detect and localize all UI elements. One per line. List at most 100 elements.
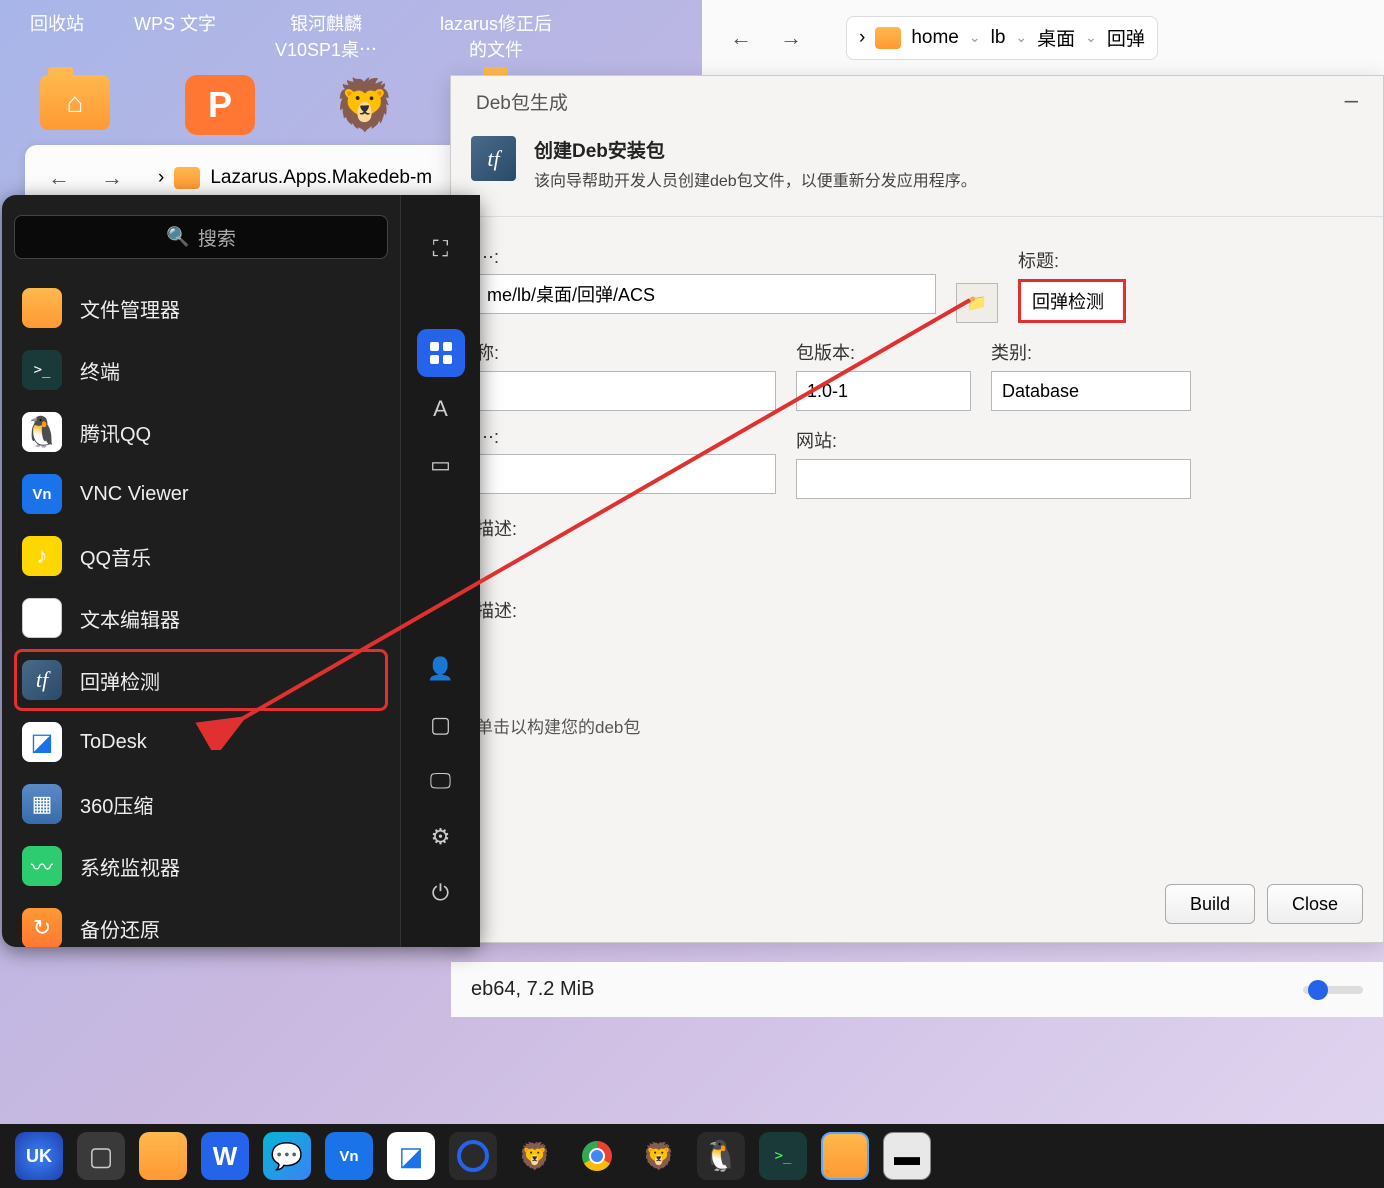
bc-huitan[interactable]: 回弹 (1107, 24, 1145, 51)
app-file-manager[interactable]: 文件管理器 (14, 277, 388, 339)
taskbar-wps[interactable]: W (201, 1132, 249, 1180)
app-vnc[interactable]: Vn VNC Viewer (14, 463, 388, 525)
app-label: 备份还原 (80, 914, 160, 943)
folder-nav-icon[interactable]: ▢ (417, 701, 465, 749)
app-backup[interactable]: ↻ 备份还原 (14, 897, 388, 947)
author-input[interactable] (476, 454, 776, 494)
nav-forward[interactable]: → (772, 25, 810, 51)
app-label: 文件管理器 (80, 294, 180, 323)
folder-icon (174, 167, 200, 189)
nav-back[interactable]: ← (722, 25, 760, 51)
breadcrumb-bar[interactable]: › home ⌄ lb ⌄ 桌面 ⌄ 回弹 (846, 16, 1158, 60)
website-input[interactable] (796, 459, 1191, 499)
power-icon[interactable]: ⏻ (417, 869, 465, 917)
chevron-right-icon: › (158, 167, 164, 189)
app-label: 腾讯QQ (80, 418, 151, 447)
start-menu: 🔍 搜索 文件管理器 >_ 终端 🐧腾讯QQ Vn VNC Viewer ♪QQ音乐… (2, 195, 480, 947)
app-qqmusic[interactable]: ♪QQ音乐 (14, 525, 388, 587)
display-icon[interactable]: 🖵 (417, 757, 465, 805)
taskbar-chat[interactable]: 💬 (263, 1132, 311, 1180)
chevron-down-icon[interactable]: ⌄ (1085, 29, 1097, 46)
taskbar-chrome[interactable] (449, 1132, 497, 1180)
app-sysmonitor[interactable]: 〰系统监视器 (14, 835, 388, 897)
qqmusic-icon: ♪ (22, 536, 62, 576)
taskbar-terminal[interactable]: >_ (759, 1132, 807, 1180)
app-todesk[interactable]: ◪ToDesk (14, 711, 388, 773)
chevron-down-icon[interactable]: ⌄ (969, 29, 981, 46)
header-title: 创建Deb安装包 (534, 136, 977, 163)
taskbar-window[interactable]: ▬ (883, 1132, 931, 1180)
settings-icon[interactable]: ⚙ (417, 813, 465, 861)
home-folder-icon[interactable]: ⌂ (40, 75, 110, 130)
font-icon[interactable]: A (417, 385, 465, 433)
taskbar-todesk[interactable]: ◪ (387, 1132, 435, 1180)
taskbar-qq[interactable]: 🐧 (697, 1132, 745, 1180)
name-input[interactable] (476, 371, 776, 411)
taskbar-lazarus2[interactable]: 🦁 (635, 1132, 683, 1180)
browse-button[interactable]: 📁 (956, 283, 998, 323)
window-title: Deb包生成 (476, 88, 568, 115)
terminal-icon: >_ (22, 350, 62, 390)
app-360zip[interactable]: ▦360压缩 (14, 773, 388, 835)
app-texteditor[interactable]: ≡ 文本编辑器 (14, 587, 388, 649)
path-input[interactable] (476, 274, 936, 314)
card-icon[interactable]: ▭ (417, 441, 465, 489)
folder-icon (22, 288, 62, 328)
status-bar: eb64, 7.2 MiB (451, 962, 1383, 1017)
monitor-icon: 〰 (22, 846, 62, 886)
category-input[interactable] (991, 371, 1191, 411)
app-label: 文本编辑器 (80, 604, 180, 633)
app-qq[interactable]: 🐧腾讯QQ (14, 401, 388, 463)
desktop-icon-lazarus[interactable]: lazarus修正后的文件 (436, 10, 556, 62)
name-label: 称: (476, 339, 776, 365)
bc-home[interactable]: home (911, 27, 959, 49)
bc-desktop[interactable]: 桌面 (1037, 24, 1075, 51)
zoom-slider[interactable] (1303, 986, 1363, 994)
desktop-icon-wps[interactable]: WPS 文字 (134, 10, 216, 62)
app-huitan[interactable]: tf 回弹检测 (14, 649, 388, 711)
wps-presentation-icon[interactable]: P (185, 75, 255, 135)
app-label: 终端 (80, 356, 120, 385)
close-button[interactable]: Close (1267, 884, 1363, 924)
build-button[interactable]: Build (1165, 884, 1255, 924)
author-label: ⋯: (476, 427, 776, 448)
app-label: VNC Viewer (80, 483, 189, 506)
desc1-label: 描述: (476, 515, 1358, 541)
nav-back[interactable]: ← (40, 165, 78, 191)
taskbar-vnc[interactable]: Vn (325, 1132, 373, 1180)
slider-thumb[interactable] (1308, 980, 1328, 1000)
grid-view-icon[interactable] (417, 329, 465, 377)
lazarus-lion-icon[interactable]: 🦁 (330, 75, 400, 135)
app-label: 回弹检测 (80, 666, 160, 695)
start-button[interactable]: UK (15, 1132, 63, 1180)
taskbar-lazarus[interactable]: 🦁 (511, 1132, 559, 1180)
fullscreen-icon[interactable]: ⛶ (417, 225, 465, 273)
taskbar-file-manager[interactable] (139, 1132, 187, 1180)
desktop-icon-kylin[interactable]: 银河麒麟V10SP1桌⋯ (266, 10, 386, 62)
build-hint: 单击以构建您的deb包 (476, 713, 1358, 738)
chevron-down-icon[interactable]: ⌄ (1015, 29, 1027, 46)
backup-icon: ↻ (22, 908, 62, 947)
app-label: 系统监视器 (80, 852, 180, 881)
title-input[interactable] (1022, 283, 1122, 319)
title-highlight (1018, 279, 1126, 323)
taskbar-active-folder[interactable] (821, 1132, 869, 1180)
version-input[interactable] (796, 371, 971, 411)
minimize-button[interactable]: – (1345, 87, 1358, 115)
taskbar: UK ▢ W 💬 Vn ◪ 🦁 🦁 🐧 >_ ▬ (0, 1124, 1384, 1188)
website-label: 网站: (796, 427, 1191, 453)
app-terminal[interactable]: >_ 终端 (14, 339, 388, 401)
desktop-icon-recycle[interactable]: 回收站 (30, 10, 84, 62)
search-input[interactable]: 🔍 搜索 (14, 215, 388, 259)
tf-icon: tf (22, 660, 62, 700)
taskbar-chromium[interactable] (573, 1132, 621, 1180)
bc-lb[interactable]: lb (991, 27, 1006, 49)
vnc-icon: Vn (22, 474, 62, 514)
text-icon: ≡ (22, 598, 62, 638)
task-view-icon[interactable]: ▢ (77, 1132, 125, 1180)
path-label: Lazarus.Apps.Makedeb-m (210, 167, 432, 189)
nav-forward[interactable]: → (93, 165, 131, 191)
user-icon[interactable]: 👤 (417, 645, 465, 693)
window-titlebar[interactable]: Deb包生成 – (451, 76, 1383, 126)
app-icon: tf (471, 136, 516, 181)
